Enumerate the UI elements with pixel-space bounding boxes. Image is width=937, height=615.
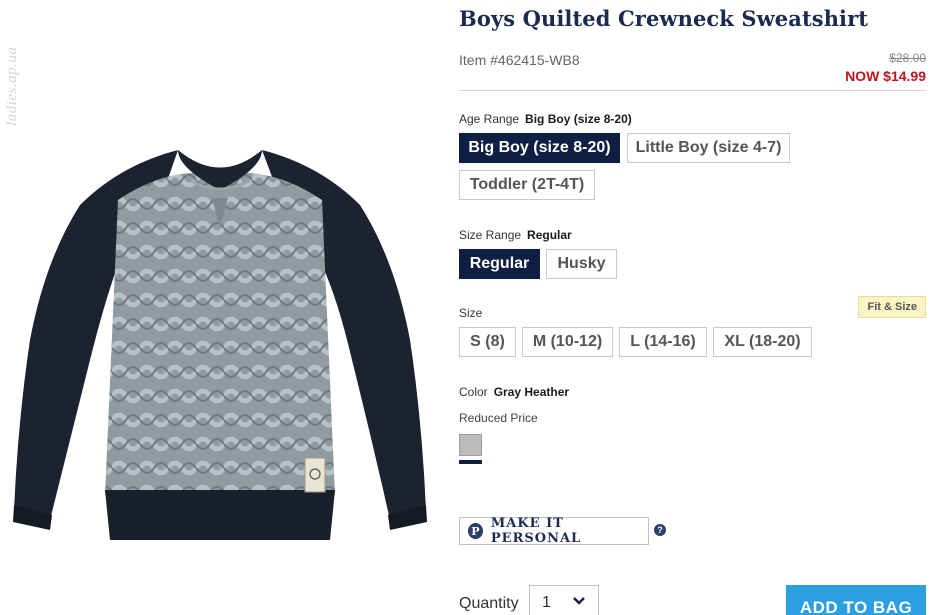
age-option-little-boy[interactable]: Little Boy (size 4-7) bbox=[627, 133, 790, 163]
fit-size-link[interactable]: Fit & Size bbox=[858, 296, 926, 318]
size-range-husky[interactable]: Husky bbox=[546, 249, 617, 279]
watermark-text: ladies.ap.ua bbox=[4, 46, 20, 126]
quantity-select[interactable]: 1 bbox=[529, 585, 599, 615]
divider bbox=[459, 90, 926, 91]
help-icon[interactable]: ? bbox=[654, 524, 666, 536]
age-range-selected: Big Boy (size 8-20) bbox=[525, 112, 632, 126]
add-to-bag-button[interactable]: ADD TO BAG bbox=[786, 585, 926, 615]
product-image[interactable]: ladies.ap.ua bbox=[0, 0, 440, 615]
size-option-l[interactable]: L (14-16) bbox=[619, 327, 707, 357]
size-option-s[interactable]: S (8) bbox=[459, 327, 516, 357]
size-range-heading: Size Range bbox=[459, 228, 522, 242]
chevron-down-icon bbox=[573, 597, 585, 605]
age-range-heading: Age Range bbox=[459, 112, 520, 126]
color-swatch-gray-heather[interactable] bbox=[459, 434, 482, 456]
make-it-personal-button[interactable]: P MAKE IT PERSONAL bbox=[459, 516, 649, 546]
size-option-xl[interactable]: XL (18-20) bbox=[713, 327, 812, 357]
original-price: $28.00 bbox=[889, 51, 926, 65]
color-heading: Color bbox=[459, 385, 488, 399]
color-label: Color Gray Heather bbox=[459, 385, 569, 399]
age-option-toddler[interactable]: Toddler (2T-4T) bbox=[459, 170, 595, 200]
item-number: Item #462415-WB8 bbox=[459, 52, 580, 68]
product-details: Boys Quilted Crewneck Sweatshirt Item #4… bbox=[459, 0, 926, 615]
color-selected: Gray Heather bbox=[493, 385, 570, 399]
sweatshirt-image bbox=[13, 150, 427, 540]
size-range-regular[interactable]: Regular bbox=[459, 249, 540, 279]
swatch-selected-indicator bbox=[459, 460, 482, 464]
product-title: Boys Quilted Crewneck Sweatshirt bbox=[459, 6, 869, 31]
size-label: Size bbox=[459, 306, 483, 320]
size-range-selected: Regular bbox=[527, 228, 572, 242]
size-range-label: Size Range Regular bbox=[459, 228, 572, 242]
age-range-label: Age Range Big Boy (size 8-20) bbox=[459, 112, 632, 126]
quantity-value: 1 bbox=[542, 594, 551, 611]
size-option-m[interactable]: M (10-12) bbox=[522, 327, 613, 357]
quantity-label: Quantity bbox=[459, 595, 519, 612]
make-it-personal-label: MAKE IT PERSONAL bbox=[490, 516, 582, 546]
sale-price: NOW $14.99 bbox=[845, 68, 926, 84]
age-option-big-boy[interactable]: Big Boy (size 8-20) bbox=[459, 133, 620, 163]
reduced-price-label: Reduced Price bbox=[459, 411, 538, 425]
watermark: ladies.ap.ua bbox=[4, 8, 24, 148]
personalize-icon: P bbox=[468, 523, 483, 539]
